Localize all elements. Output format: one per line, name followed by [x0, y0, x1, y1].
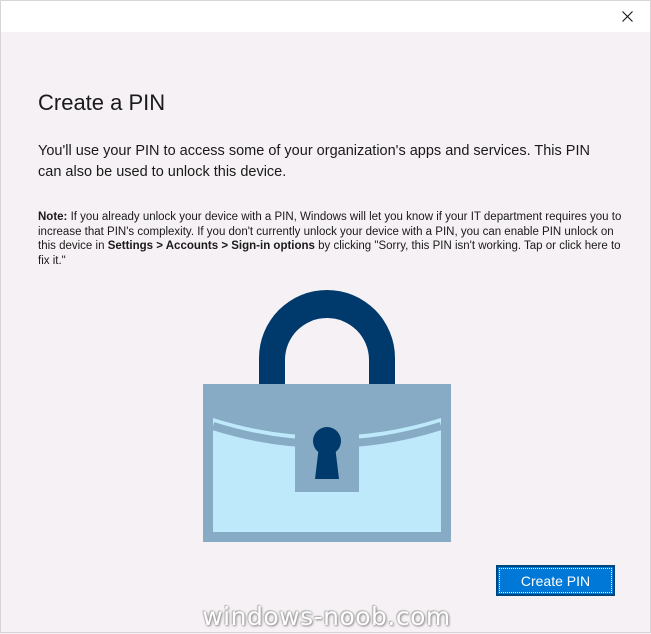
lock-shackle	[259, 290, 395, 386]
intro-text: You'll use your PIN to access some of yo…	[38, 143, 590, 180]
path-sep-2: >	[218, 240, 232, 252]
path-accounts: Accounts	[165, 240, 219, 252]
watermark: windows-noob.com	[202, 602, 451, 631]
note-label: Note:	[38, 211, 68, 223]
create-pin-button[interactable]: Create PIN	[496, 565, 615, 596]
path-sep-1: >	[153, 240, 166, 252]
page-title: Create a PIN	[38, 90, 166, 115]
title-bar	[1, 1, 650, 32]
close-icon	[621, 11, 633, 22]
padlock-icon	[203, 290, 451, 542]
note-text: Note: If you already unlock your device …	[38, 210, 628, 268]
path-settings: Settings	[107, 240, 154, 252]
dialog-window: Create a PIN You'll use your PIN to acce…	[0, 0, 651, 633]
path-signin-options: Sign-in options	[231, 240, 315, 252]
close-button[interactable]	[604, 1, 650, 32]
